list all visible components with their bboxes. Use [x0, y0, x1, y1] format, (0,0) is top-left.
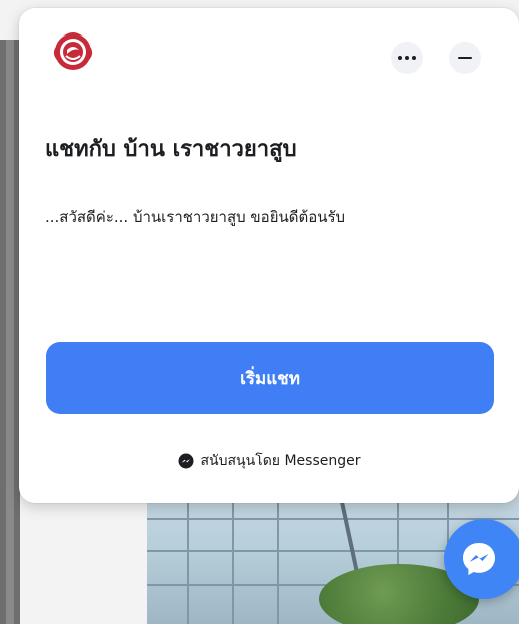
powered-by-text: สนับสนุนโดย Messenger [200, 453, 361, 469]
chat-title: แชทกับ บ้าน เราชาวยาสูบ [45, 137, 297, 162]
chat-welcome-card: แชทกับ บ้าน เราชาวยาสูบ ...สวัสดีค่ะ... … [19, 8, 519, 503]
more-options-button[interactable] [391, 42, 423, 74]
minimize-button[interactable] [449, 42, 481, 74]
background-left-panel [0, 40, 20, 624]
start-chat-button[interactable]: เริ่มแชท [46, 342, 494, 414]
messenger-launcher-button[interactable] [444, 519, 519, 599]
messenger-icon [178, 453, 193, 469]
page-logo-icon [51, 28, 95, 72]
greeting-message: ...สวัสดีค่ะ... บ้านเราชาวยาสูบ ขอยินดีต… [45, 208, 346, 226]
powered-by-footer: สนับสนุนโดย Messenger [19, 450, 519, 472]
more-options-icon [398, 56, 416, 60]
messenger-launcher-icon [463, 543, 495, 575]
minimize-icon [458, 57, 472, 59]
